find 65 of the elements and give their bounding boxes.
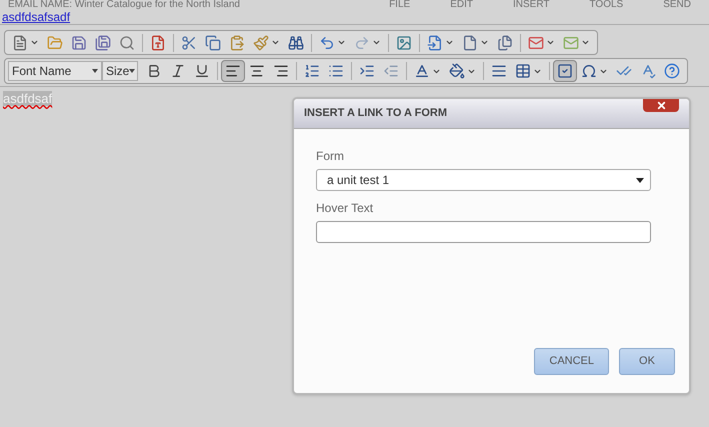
copy-icon	[205, 34, 221, 50]
numbered-list-icon	[304, 63, 320, 79]
underline-icon	[194, 63, 210, 79]
menu-item[interactable]: SEND	[663, 0, 691, 10]
caret-icon	[30, 38, 39, 47]
caret-icon	[92, 69, 98, 73]
table-icon	[515, 63, 531, 79]
scissors-icon	[181, 34, 197, 50]
page-icon	[462, 34, 478, 50]
paragraph-icon	[491, 63, 507, 79]
size-select[interactable]: Size	[102, 61, 138, 81]
help-icon	[664, 63, 680, 79]
menu-item[interactable]: FILE	[389, 0, 410, 10]
toolbar-button[interactable]	[221, 60, 245, 82]
caret-icon	[129, 69, 136, 73]
dialog-title: INSERT A LINK TO A FORM	[304, 106, 447, 122]
caret-icon	[546, 38, 555, 47]
paintbrush-icon	[253, 34, 269, 50]
caret-icon	[636, 178, 644, 182]
align-center-icon	[249, 63, 265, 79]
undo-icon	[319, 34, 335, 50]
hover-text-field[interactable]	[316, 221, 651, 243]
font-name-select[interactable]: Font Name	[8, 61, 102, 81]
close-icon	[656, 100, 666, 111]
caret-icon	[372, 38, 381, 47]
dialog-button[interactable]: CANCEL	[534, 348, 609, 375]
folder-icon	[47, 34, 63, 50]
magnifier-icon	[119, 34, 135, 50]
redo-icon	[354, 34, 370, 50]
binoculars-icon	[288, 34, 304, 50]
italic-icon	[170, 63, 186, 79]
align-right-icon	[273, 63, 289, 79]
link[interactable]: asdfdsafsadf	[2, 10, 70, 24]
envelope-icon	[563, 34, 579, 50]
toolbar-button[interactable]	[553, 60, 577, 82]
menu-item[interactable]: TOOLS	[589, 0, 624, 10]
document-icon	[12, 34, 28, 50]
floppy-disk-icon	[95, 34, 111, 50]
caret-icon	[271, 38, 280, 47]
omega-icon	[581, 63, 597, 79]
pdf-file-icon	[150, 34, 166, 50]
hover-text-label: Hover Text	[316, 200, 374, 217]
align-left-icon	[225, 63, 241, 79]
email-name: EMAIL NAME: Winter Catalogue for the North Island	[8, 0, 240, 10]
indent-icon	[359, 63, 375, 79]
close-button[interactable]	[643, 99, 679, 112]
caret-icon	[445, 38, 454, 47]
form-label: Form	[316, 148, 345, 165]
caret-icon	[480, 38, 489, 47]
clipboard-icon	[229, 34, 245, 50]
caret-icon	[581, 38, 590, 47]
form-select[interactable]: a unit test 1	[316, 169, 651, 191]
font-color-icon	[414, 63, 430, 79]
file-insert-icon	[427, 34, 443, 50]
dialog-button[interactable]: OK	[619, 348, 675, 375]
menu-item[interactable]: EDIT	[450, 0, 473, 10]
menu-item[interactable]: INSERT	[512, 0, 550, 10]
pages-icon	[497, 34, 513, 50]
selected-text: asdfdsaf	[3, 91, 52, 106]
image-icon	[396, 34, 412, 50]
envelope-icon	[528, 34, 544, 50]
bullet-list-icon	[328, 63, 344, 79]
paint-bucket-icon	[449, 63, 465, 79]
caret-icon	[337, 38, 346, 47]
outdent-icon	[383, 63, 399, 79]
